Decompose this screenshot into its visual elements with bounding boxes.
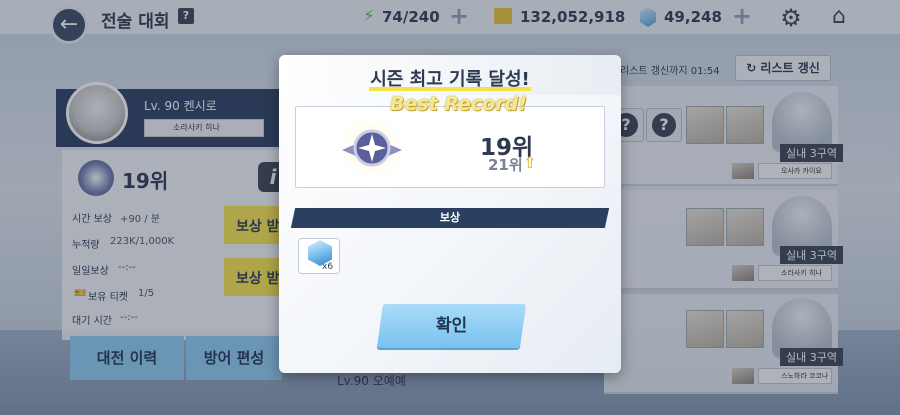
confirm-button-label: 확인	[435, 316, 468, 336]
reward-header: 보상	[439, 211, 461, 224]
best-record-banner: Best Record!	[390, 93, 527, 115]
previous-rank: 21위	[488, 156, 523, 174]
reward-count: x6	[322, 262, 334, 272]
modal-title: 시즌 최고 기록 달성!	[370, 69, 530, 90]
rank-medal-icon	[340, 116, 404, 180]
rank-up-arrow-icon: ⇧	[523, 153, 537, 172]
